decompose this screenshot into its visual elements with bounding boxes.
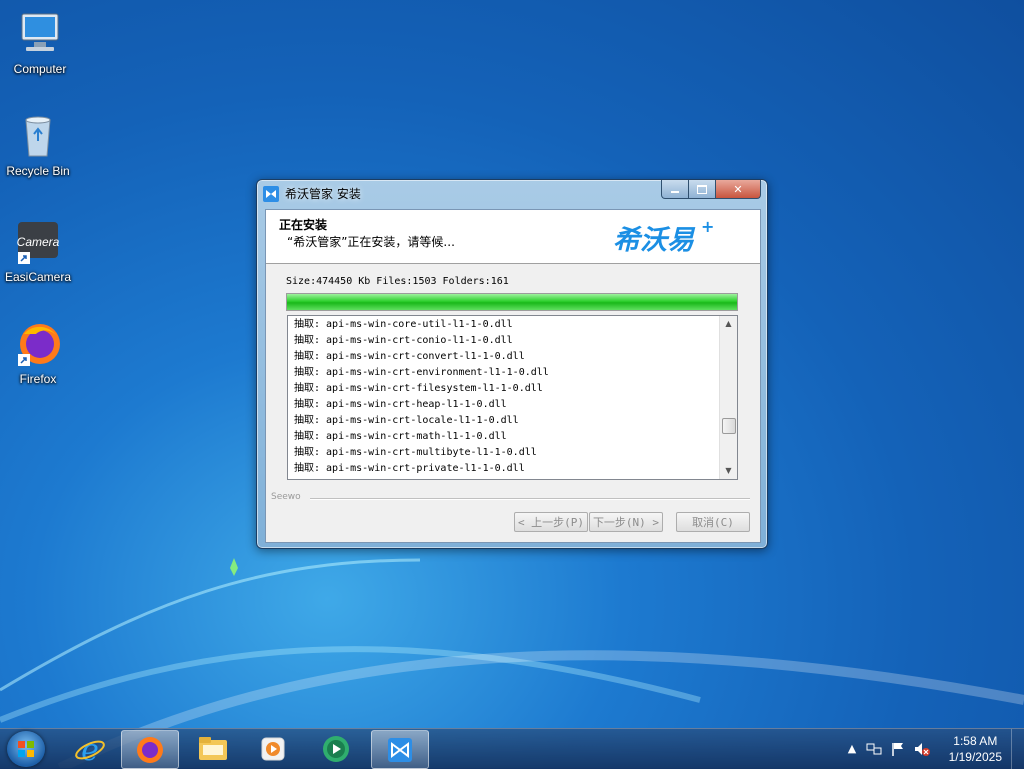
internet-explorer-icon: e	[75, 733, 105, 765]
log-line: 抽取: api-ms-win-crt-filesystem-l1-1-0.dll	[294, 383, 543, 394]
windows-logo-icon	[18, 741, 34, 757]
recycle-bin-icon	[14, 112, 62, 160]
clock-date: 1/19/2025	[948, 750, 1002, 764]
window-title: 希沃管家 安装	[285, 187, 361, 201]
maximize-button[interactable]	[689, 180, 716, 199]
footer-divider	[310, 498, 750, 500]
back-button[interactable]: < 上一步(P)	[514, 512, 588, 532]
cancel-button[interactable]: 取消(C)	[676, 512, 750, 532]
taskbar-firefox[interactable]	[121, 730, 179, 769]
taskbar-seewo-installer[interactable]	[371, 730, 429, 769]
camera-badge-text: Camera	[17, 235, 60, 249]
header-subtitle: “希沃管家”正在安装，请等候...	[287, 235, 455, 249]
progress-fill	[287, 294, 737, 310]
desktop-icon-easicamera[interactable]: Camera EasiCamera	[0, 218, 78, 284]
clock[interactable]: 1:58 AM 1/19/2025	[949, 733, 1002, 765]
file-explorer-icon	[199, 736, 227, 760]
log-line: 抽取: api-ms-win-crt-convert-l1-1-0.dll	[294, 351, 525, 362]
media-center-icon	[323, 735, 349, 762]
close-button[interactable]: ✕	[716, 180, 761, 199]
installer-header: 正在安装 “希沃管家”正在安装，请等候... 希沃易 +	[266, 210, 760, 264]
firefox-icon	[137, 736, 163, 763]
log-line: 抽取: api-ms-win-crt-math-l1-1-0.dll	[294, 431, 507, 442]
svg-text:希沃易: 希沃易	[613, 225, 696, 256]
log-line: 抽取: api-ms-win-crt-heap-l1-1-0.dll	[294, 399, 507, 410]
install-log[interactable]: 抽取: api-ms-win-core-util-l1-1-0.dll 抽取: a…	[287, 315, 738, 480]
log-line: 抽取: api-ms-win-crt-conio-l1-1-0.dll	[294, 335, 513, 346]
installer-client-area: 正在安装 “希沃管家”正在安装，请等候... 希沃易 + Size:474450…	[265, 209, 761, 543]
installer-window: 希沃管家 安装 ✕ 正在安装 “希沃管家”正在安装，请等候... 希沃易 + S…	[256, 179, 768, 549]
log-line: 抽取: api-ms-win-crt-private-l1-1-0.dll	[294, 463, 525, 474]
easicamera-icon: Camera	[14, 218, 62, 266]
desktop-icon-computer[interactable]: Computer	[0, 10, 80, 76]
scroll-up-icon[interactable]: ▲	[720, 316, 737, 332]
svg-text:e: e	[81, 733, 99, 765]
brand-label: Seewo	[271, 492, 301, 502]
title-bar[interactable]: 希沃管家 安装 ✕	[257, 180, 767, 204]
taskbar: e ▲ 1:58 AM 1/19/2025	[0, 728, 1024, 769]
seewo-logo: 希沃易 +	[611, 216, 723, 256]
desktop-icon-recycle-bin[interactable]: Recycle Bin	[0, 112, 78, 178]
taskbar-media-center[interactable]	[308, 730, 364, 767]
size-summary: Size:474450 Kb Files:1503 Folders:161	[286, 276, 509, 287]
scroll-thumb[interactable]	[722, 418, 736, 434]
firefox-icon	[14, 320, 62, 368]
header-title: 正在安装	[279, 218, 328, 232]
next-button[interactable]: 下一步(N) >	[589, 512, 663, 532]
network-icon[interactable]	[866, 741, 882, 757]
computer-icon	[16, 10, 64, 58]
taskbar-file-explorer[interactable]	[185, 730, 241, 767]
scroll-down-icon[interactable]: ▼	[720, 463, 737, 479]
taskbar-media-player[interactable]	[245, 730, 301, 767]
log-lines: 抽取: api-ms-win-core-util-l1-1-0.dll 抽取: a…	[294, 317, 714, 477]
volume-muted-icon[interactable]	[914, 741, 930, 757]
maximize-icon	[697, 184, 707, 194]
desktop-icon-firefox[interactable]: Firefox	[0, 320, 78, 386]
minimize-icon	[671, 191, 679, 193]
show-hidden-icons-icon[interactable]: ▲	[844, 741, 860, 757]
start-button[interactable]	[7, 731, 45, 767]
log-line: 抽取: api-ms-win-crt-locale-l1-1-0.dll	[294, 415, 519, 426]
show-desktop-button[interactable]	[1011, 729, 1024, 769]
action-center-flag-icon[interactable]	[890, 741, 906, 757]
close-icon: ✕	[733, 182, 743, 196]
minimize-button[interactable]	[661, 180, 689, 199]
system-tray: ▲ 1:58 AM 1/19/2025	[824, 729, 1024, 769]
svg-text:+: +	[701, 217, 714, 236]
seewo-app-icon	[263, 186, 279, 202]
media-player-icon	[261, 737, 285, 760]
progress-bar	[286, 293, 738, 311]
log-line: 抽取: api-ms-win-core-util-l1-1-0.dll	[294, 319, 513, 330]
seewo-installer-icon	[388, 737, 412, 762]
taskbar-internet-explorer[interactable]: e	[62, 730, 118, 767]
log-scrollbar[interactable]: ▲ ▼	[719, 316, 737, 479]
log-line: 抽取: api-ms-win-crt-environment-l1-1-0.dl…	[294, 367, 549, 378]
log-line: 抽取: api-ms-win-crt-multibyte-l1-1-0.dll	[294, 447, 537, 458]
clock-time: 1:58 AM	[953, 734, 998, 748]
